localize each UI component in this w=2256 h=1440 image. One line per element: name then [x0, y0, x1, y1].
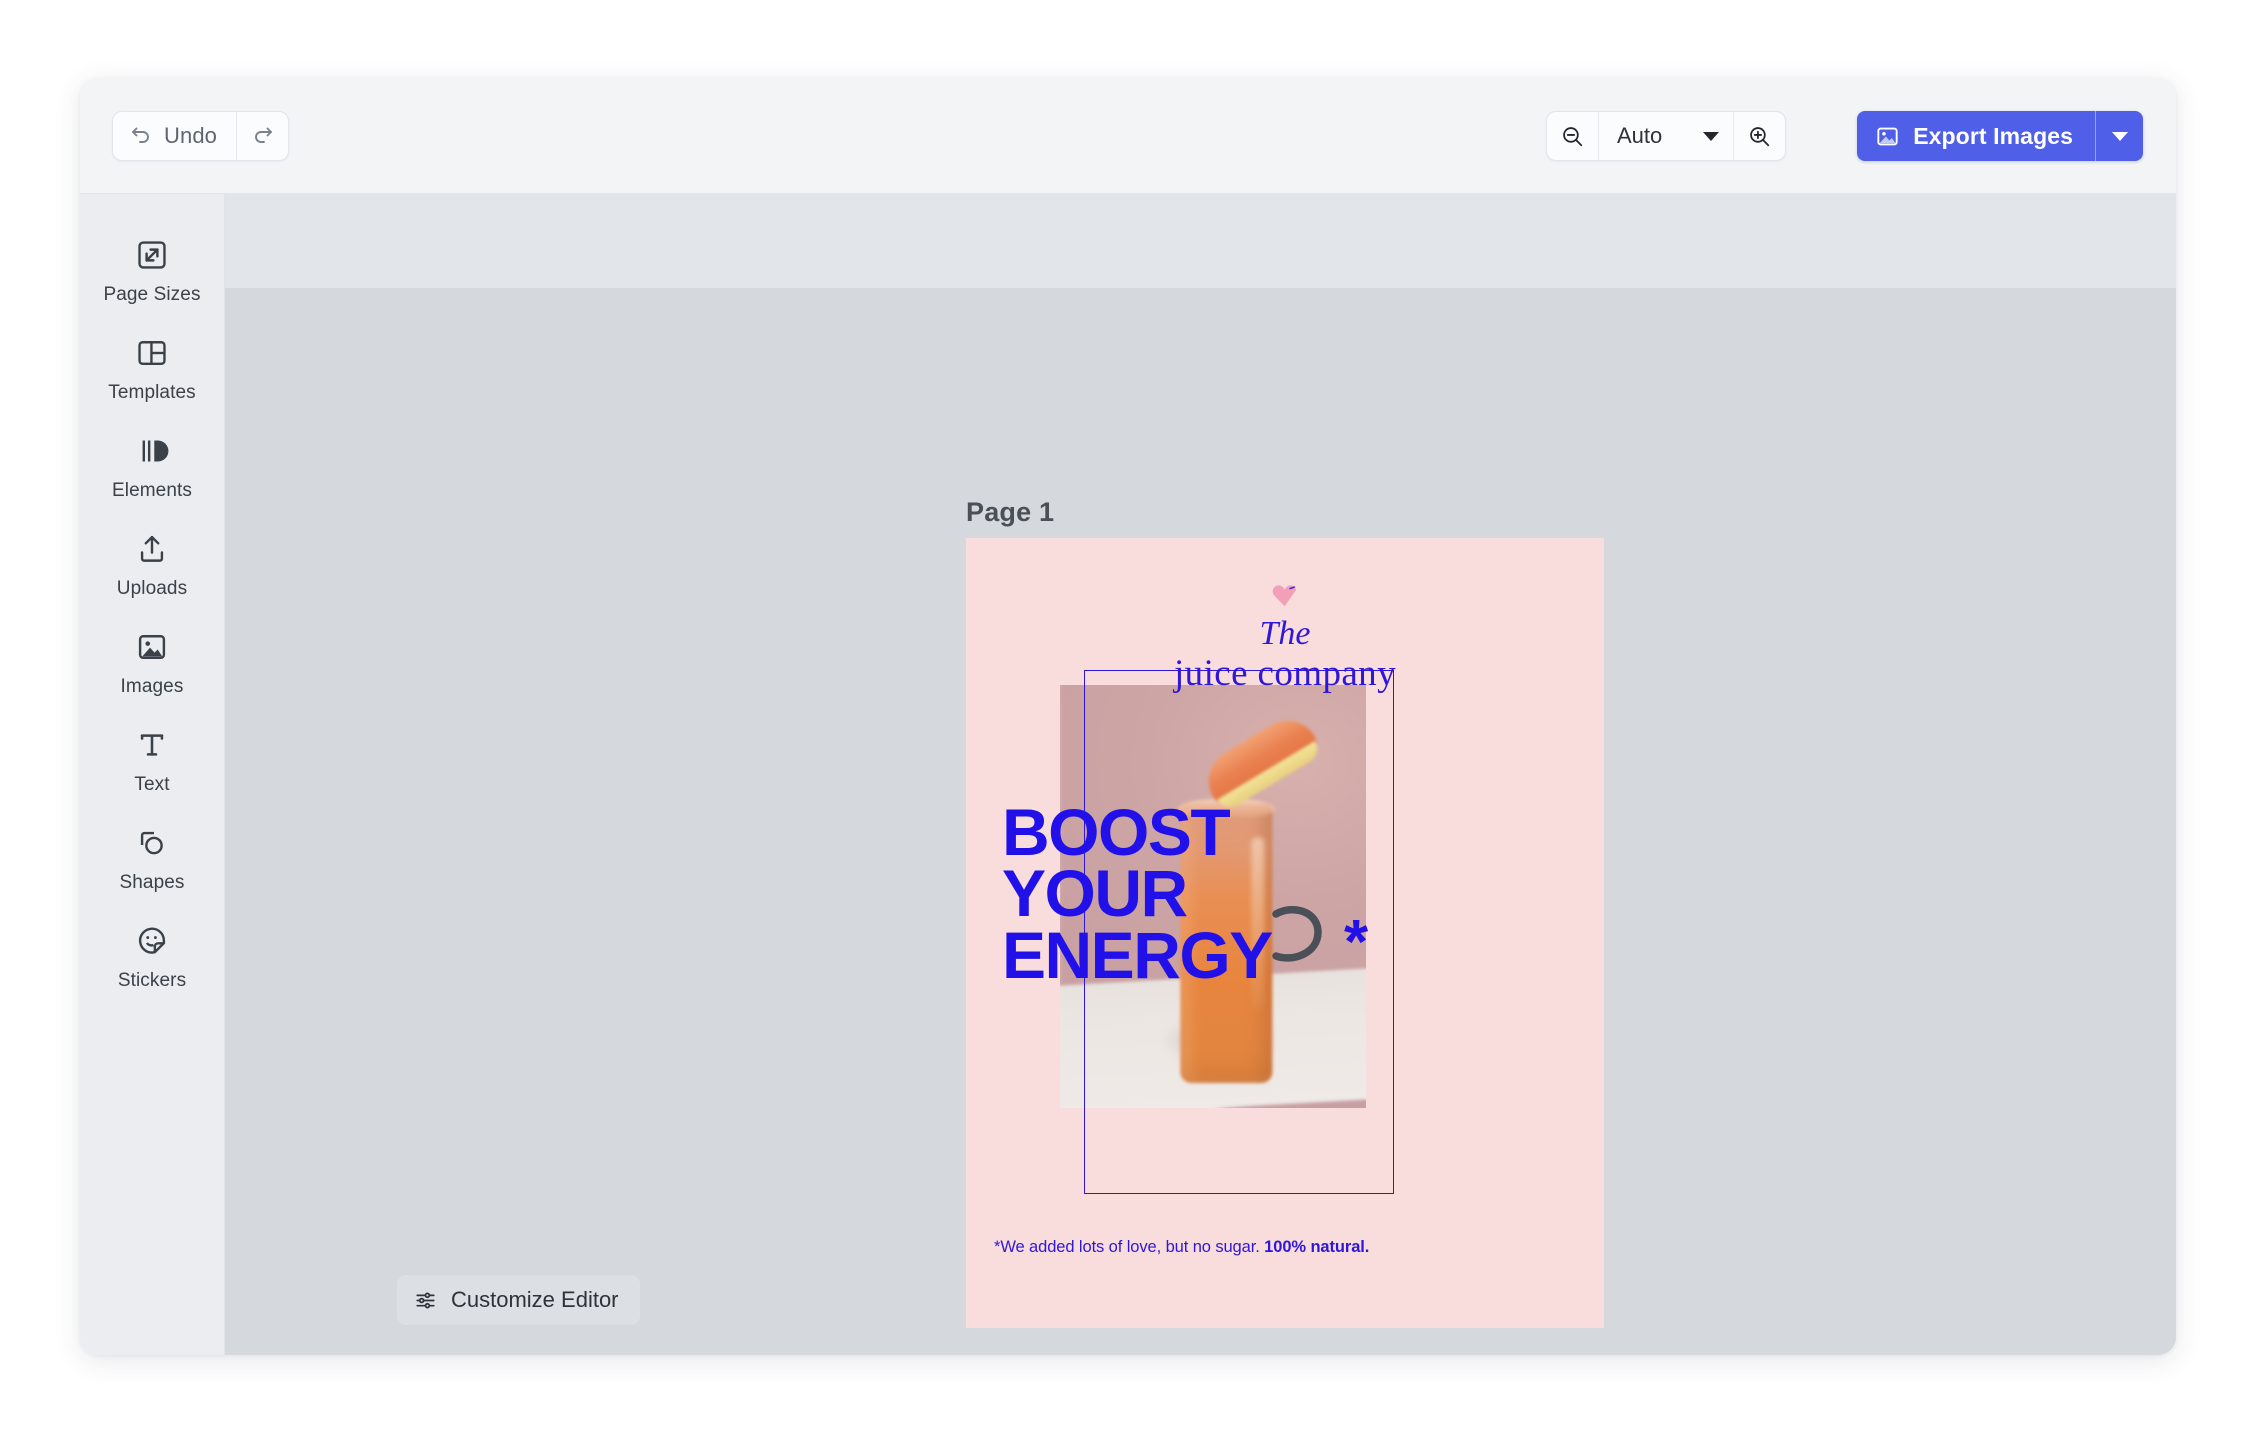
footnote-strong: 100% natural.: [1264, 1238, 1370, 1256]
brand-name-text: juice company: [1174, 653, 1396, 694]
image-icon: [1875, 124, 1900, 149]
sidebar-item-label: Images: [120, 676, 184, 697]
redo-arrow-icon: [251, 124, 275, 148]
customize-editor-label: Customize Editor: [451, 1287, 619, 1312]
design-artboard[interactable]: The juice company BOOST YOUR ENERGY * *W…: [966, 538, 1604, 1328]
sidebar-item-label: Shapes: [119, 872, 185, 893]
brand-logo[interactable]: The juice company: [966, 582, 1604, 694]
undo-label: Undo: [164, 123, 217, 148]
export-images-button[interactable]: Export Images: [1857, 111, 2095, 161]
swoosh-arc-icon: [1266, 900, 1336, 983]
sidebar-item-page-sizes[interactable]: Page Sizes: [80, 220, 224, 318]
text-icon: [133, 726, 171, 764]
undo-arrow-icon: [129, 124, 153, 148]
sidebar-item-label: Uploads: [116, 578, 188, 599]
image-icon: [133, 628, 171, 666]
zoom-level-value: Auto: [1617, 123, 1663, 148]
chevron-down-icon: [1703, 131, 1719, 141]
templates-icon: [133, 334, 171, 372]
sidebar-item-label: Stickers: [117, 970, 187, 991]
magnifier-plus-icon: [1747, 124, 1772, 149]
sliders-icon: [414, 1289, 437, 1312]
brand-the-text: The: [1259, 615, 1311, 652]
top-toolbar: Undo Auto Export Images: [80, 78, 2176, 194]
redo-button[interactable]: [236, 112, 288, 160]
upload-icon: [133, 530, 171, 568]
chevron-down-icon: [2111, 131, 2128, 141]
footnote-regular: *We added lots of love, but no sugar.: [994, 1238, 1265, 1256]
zoom-in-button[interactable]: [1733, 112, 1785, 160]
undo-redo-group: Undo: [112, 111, 289, 161]
zoom-control-group: Auto: [1546, 111, 1786, 161]
export-options-button[interactable]: [2095, 111, 2143, 161]
sidebar-item-label: Elements: [111, 480, 192, 501]
customize-editor-button[interactable]: Customize Editor: [397, 1275, 640, 1325]
sidebar-item-elements[interactable]: Elements: [80, 416, 224, 514]
export-images-label: Export Images: [1913, 122, 2073, 149]
zoom-level-select[interactable]: Auto: [1599, 112, 1733, 160]
sidebar-item-templates[interactable]: Templates: [80, 318, 224, 416]
shapes-icon: [133, 824, 171, 862]
canvas-workspace[interactable]: Page 1 The juice company BOOST YOUR ENER…: [225, 194, 2176, 1355]
sticker-smiley-icon: [133, 922, 171, 960]
footnote-text[interactable]: *We added lots of love, but no sugar. 10…: [994, 1238, 1369, 1257]
editor-window: Undo Auto Export Images Page Sizes Templ…: [80, 78, 2176, 1355]
headline-text[interactable]: BOOST YOUR ENERGY: [1002, 799, 1273, 988]
sidebar-item-images[interactable]: Images: [80, 612, 224, 710]
page-sizes-icon: [133, 236, 171, 274]
sidebar-item-text[interactable]: Text: [80, 710, 224, 808]
sidebar-item-uploads[interactable]: Uploads: [80, 514, 224, 612]
sidebar-item-label: Page Sizes: [103, 284, 201, 305]
headline-asterisk: *: [1344, 908, 1369, 977]
sidebar-item-stickers[interactable]: Stickers: [80, 906, 224, 1004]
sidebar-item-label: Templates: [108, 382, 196, 403]
export-button-group: Export Images: [1857, 111, 2143, 161]
page-title: Page 1: [966, 497, 1055, 527]
zoom-out-button[interactable]: [1547, 112, 1599, 160]
sidebar-item-shapes[interactable]: Shapes: [80, 808, 224, 906]
left-sidebar: Page Sizes Templates Elements Uploads Im…: [80, 194, 225, 1355]
sidebar-item-label: Text: [134, 774, 170, 795]
magnifier-minus-icon: [1560, 124, 1585, 149]
undo-button[interactable]: Undo: [113, 112, 236, 160]
heart-icon: [966, 582, 1604, 613]
elements-icon: [133, 432, 171, 470]
